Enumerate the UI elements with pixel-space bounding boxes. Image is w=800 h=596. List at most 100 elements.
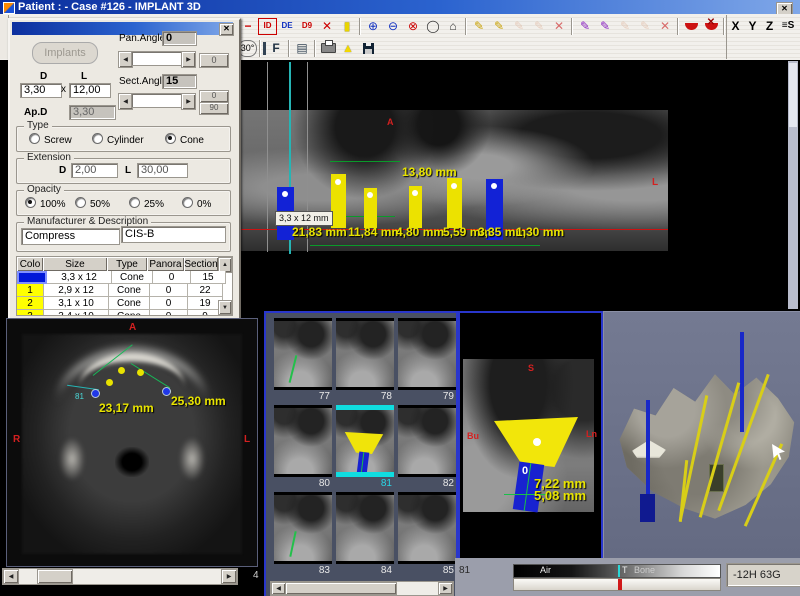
scroll-right-button[interactable]: ▶	[181, 51, 196, 68]
threshold-track[interactable]	[513, 578, 721, 591]
density-gradient-bar[interactable]: Air T Bone	[513, 564, 721, 578]
table-row[interactable]: 1 2,9 x 12 Cone 0 22	[17, 284, 232, 297]
pencil-slice-icon[interactable]: ✎	[469, 17, 489, 36]
opacity-50-radio[interactable]: 50%	[75, 197, 110, 210]
minus-icon[interactable]: −	[238, 17, 258, 36]
opacity-100-radio[interactable]: 100%	[25, 197, 66, 210]
table-scroll-down[interactable]: ▼	[218, 300, 232, 315]
slice-thumb-85[interactable]	[398, 492, 456, 564]
scroll-right-button[interactable]: ▶	[438, 582, 453, 595]
sinus-bowl-icon[interactable]	[681, 17, 701, 36]
slice-thumb-80[interactable]	[274, 405, 332, 477]
pan-angle-reset-button[interactable]: 0	[199, 53, 229, 68]
scrollbar-thumb[interactable]	[789, 63, 797, 127]
apical-diameter-field[interactable]: 3,30	[69, 105, 116, 120]
pencil2-profile-icon[interactable]: ✎	[595, 17, 615, 36]
pano-range-line-left[interactable]	[267, 62, 268, 252]
implant-dot-yellow-2[interactable]	[118, 367, 125, 374]
scroll-track[interactable]	[131, 51, 183, 66]
implant-delete-icon[interactable]: ✕	[317, 17, 337, 36]
scrollbar-thumb[interactable]	[37, 569, 73, 584]
scroll-right-button[interactable]: ▶	[181, 93, 196, 110]
implants-dialog[interactable]: ✕ Implants Pan.Angle 0 ◀ ▶ 0 D L 3,30 x …	[8, 18, 241, 320]
col-header-section[interactable]: Section	[184, 257, 218, 271]
table-row[interactable]: 3,3 x 12 Cone 0 15	[17, 271, 232, 284]
color-swatch-cell[interactable]: 3	[17, 310, 44, 316]
delete-measure2-icon[interactable]: ✕	[655, 17, 675, 36]
print-icon[interactable]	[318, 39, 338, 58]
scroll-right-button[interactable]: ▶	[221, 569, 237, 584]
implants-button[interactable]: Implants	[32, 42, 98, 64]
implant-red-icon[interactable]: ID	[258, 18, 277, 35]
type-cylinder-radio[interactable]: Cylinder	[92, 133, 144, 146]
window-titlebar[interactable]: Patient : - Case #126 - IMPLANT 3D	[0, 0, 800, 14]
zoom-cancel-icon[interactable]: ⊗	[403, 17, 423, 36]
table-row[interactable]: 3 3,4 x 10 Cone 0 9	[17, 310, 232, 316]
zoom-out-icon[interactable]: ⊖	[383, 17, 403, 36]
implant-dot-yellow-1[interactable]	[106, 379, 113, 386]
table-row[interactable]: 2 3,1 x 10 Cone 0 19	[17, 297, 232, 310]
delete-measure-icon[interactable]: ✕	[549, 17, 569, 36]
save-icon[interactable]	[358, 39, 378, 58]
scroll-track[interactable]	[131, 93, 183, 108]
implant-yellow-2[interactable]	[364, 188, 377, 228]
zoom-in-icon[interactable]: ⊕	[363, 17, 383, 36]
axis-x-button[interactable]: X	[727, 17, 744, 36]
prism-icon[interactable]: ▲	[338, 39, 358, 58]
description-field[interactable]: CIS-B	[121, 226, 226, 243]
col-header-size[interactable]: Size	[43, 257, 107, 271]
measure2-faded-icon[interactable]: ✎	[615, 17, 635, 36]
pan-angle-scrollbar[interactable]: ◀ ▶	[118, 51, 194, 66]
ellipse-tool-icon[interactable]: ◯	[423, 17, 443, 36]
implant-dot-blue-right[interactable]	[162, 387, 171, 396]
slice-thumb-81-selected[interactable]	[336, 405, 394, 477]
sect-angle-90-button[interactable]: 90	[199, 102, 229, 115]
sect-angle-scrollbar[interactable]: ◀ ▶	[118, 93, 194, 108]
implant-yellow-4[interactable]	[447, 178, 462, 228]
pano-vertical-scrollbar[interactable]	[788, 61, 798, 309]
panorama-curve-icon[interactable]: F	[263, 42, 286, 55]
slice-thumb-82[interactable]	[398, 405, 456, 477]
grid-scrollbar[interactable]: ◀ ▶	[270, 581, 454, 596]
implant-yellow-1[interactable]	[331, 174, 346, 228]
threshold-thumb[interactable]	[618, 579, 622, 590]
col-header-panora[interactable]: Panora	[147, 257, 184, 271]
implant-blue-icon[interactable]: DE	[277, 17, 297, 36]
pencil2-slice-icon[interactable]: ✎	[575, 17, 595, 36]
opacity-0-radio[interactable]: 0%	[182, 197, 211, 210]
ext-l-field[interactable]: 30,00	[137, 163, 188, 178]
axial-scrollbar[interactable]: ◀ ▶	[2, 568, 238, 585]
opacity-25-radio[interactable]: 25%	[129, 197, 164, 210]
implant-dot-blue-left[interactable]	[91, 389, 100, 398]
threshold-marker[interactable]	[618, 565, 620, 577]
manufacturer-field[interactable]: Compress	[21, 228, 120, 245]
measure2-faded-icon[interactable]: ✎	[635, 17, 655, 36]
axis-y-button[interactable]: Y	[744, 17, 761, 36]
scroll-left-button[interactable]: ◀	[271, 582, 286, 595]
section-start-button[interactable]: ≡S	[778, 17, 798, 36]
implant-table[interactable]: Colo Size Type Panora Section ▲ 3,3 x 12…	[16, 256, 233, 316]
sinus-bowl-delete-icon[interactable]: ✕	[701, 17, 721, 36]
scrollbar-thumb[interactable]	[285, 582, 397, 595]
type-screw-radio[interactable]: Screw	[29, 133, 72, 146]
slice-thumb-78[interactable]	[336, 318, 394, 390]
implant-yellow-3[interactable]	[409, 186, 422, 228]
type-cone-radio[interactable]: Cone	[165, 133, 204, 146]
color-swatch-cell[interactable]: 2	[17, 297, 44, 310]
implant-3d-blue-2[interactable]	[740, 332, 744, 432]
length-field[interactable]: 12,00	[69, 83, 111, 98]
tile-windows-icon[interactable]: ▤	[292, 39, 312, 58]
axial-view[interactable]: A R L 81 23,17 mm 25,30 mm	[6, 318, 258, 567]
implant-dot-yellow-3[interactable]	[137, 369, 144, 376]
dialog-close-button[interactable]: ✕	[219, 23, 234, 36]
cross-section-detail[interactable]: S Bu Ln 0 7,22 mm 5,08 mm	[458, 311, 603, 564]
measure-faded-icon[interactable]: ✎	[509, 17, 529, 36]
axis-z-button[interactable]: Z	[761, 17, 778, 36]
implant-pair-icon[interactable]: D9	[297, 17, 317, 36]
col-header-color[interactable]: Colo	[17, 257, 43, 271]
implant-3d-blue-body[interactable]	[640, 494, 655, 522]
arch-tool-icon[interactable]: ⌂	[443, 17, 463, 36]
slice-thumb-84[interactable]	[336, 492, 394, 564]
diameter-field[interactable]: 3,30	[20, 83, 62, 98]
pencil-profile-icon[interactable]: ✎	[489, 17, 509, 36]
